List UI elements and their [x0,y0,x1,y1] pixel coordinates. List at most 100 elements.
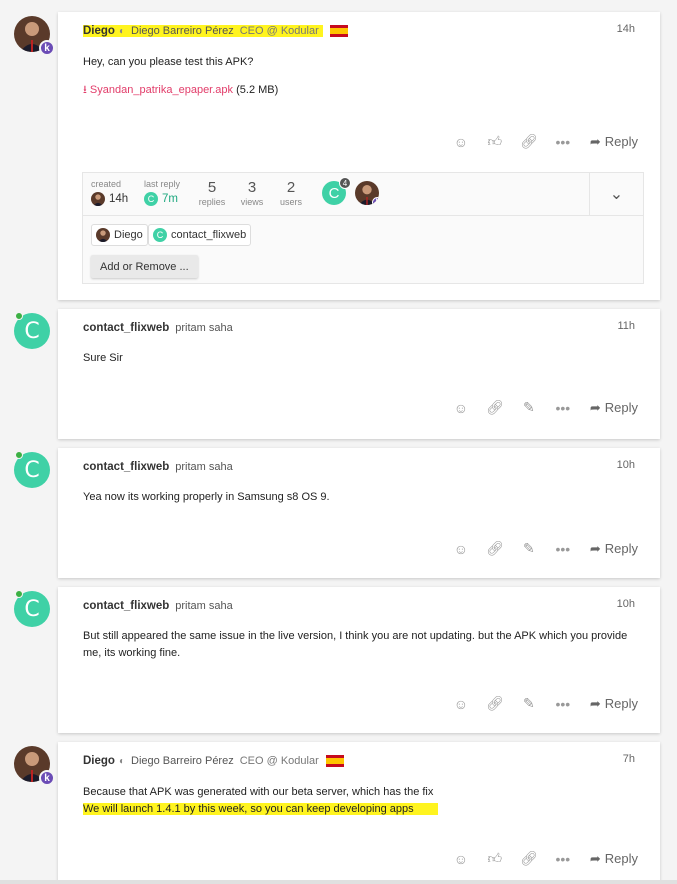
username[interactable]: contact_flixweb [83,461,169,473]
link-icon[interactable]: 🔗︎ [486,399,504,416]
like-icon[interactable]: 👍︎ [486,133,504,150]
participant-flixweb[interactable]: C4 [322,177,351,205]
username[interactable]: Diego [83,755,115,767]
reply-arrow-icon: ➦ [589,133,601,149]
post-card: contact_flixweb pritam saha 10h Yea now … [58,448,660,578]
reply-button[interactable]: ➦ Reply [590,851,638,867]
views-stat: 3 views [240,179,264,207]
reply-button[interactable]: ➦ Reply [590,400,638,416]
post-time[interactable]: 10h [617,459,635,471]
post-actions: ☺ 🔗︎ ✎ ••• ➦ Reply [452,399,638,416]
online-indicator [15,451,23,459]
reply-arrow-icon: ➦ [589,399,601,415]
created-info[interactable]: created 14h [91,179,128,206]
reply-button[interactable]: ➦ Reply [590,541,638,557]
users-stat: 2 users [279,179,302,207]
full-name: Diego Barreiro Pérez [131,755,234,767]
post-card: Diego ◐ Diego Barreiro Pérez CEO @ Kodul… [58,12,660,300]
post-card: contact_flixweb pritam saha 10h But stil… [58,587,660,733]
like-icon[interactable]: 👍︎ [486,850,504,867]
avatar[interactable]: k [14,746,55,786]
participant-diego[interactable]: k [355,181,379,205]
more-icon[interactable]: ••• [554,400,572,416]
post-text: Sure Sir [83,352,123,364]
avatar[interactable]: C [14,451,50,488]
reply-button[interactable]: ➦ Reply [590,696,638,712]
topic-summary: created 14h last reply C 7m 5 replies 3 vie… [82,172,644,284]
link-icon[interactable]: 🔗︎ [486,695,504,712]
avatar[interactable]: C [14,312,50,349]
attachment-link[interactable]: Syandan_patrika_epaper.apk [90,84,233,96]
user-title: CEO @ Kodular [239,755,319,767]
post-time[interactable]: 10h [617,598,635,610]
smile-icon[interactable]: ☺ [452,696,470,712]
shield-icon: ◐ [118,25,125,37]
avatar[interactable]: k [14,16,55,56]
post-text-highlighted: We will launch 1.4.1 by this week, so yo… [83,803,438,815]
kodular-badge: k [39,770,55,786]
avatar[interactable]: C [14,590,50,627]
post-actions: ☺ 🔗︎ ✎ ••• ➦ Reply [452,695,638,712]
kodular-badge: k [39,40,55,56]
full-name: pritam saha [175,600,233,612]
more-icon[interactable]: ••• [554,134,572,150]
link-icon[interactable]: 🔗︎ [486,540,504,557]
post-card: contact_flixweb pritam saha 11h Sure Sir… [58,309,660,439]
post-actions: ☺ 👍︎ 🔗︎ ••• ➦ Reply [452,133,638,150]
last-reply-info[interactable]: last reply C 7m [144,179,180,206]
attachment-row: ⭳ Syandan_patrika_epaper.apk (5.2 MB) [83,82,640,99]
more-icon[interactable]: ••• [554,541,572,557]
post-body: Because that APK was generated with our … [83,784,640,818]
reply-button[interactable]: ➦ Reply [590,134,638,150]
more-icon[interactable]: ••• [554,696,572,712]
full-name: Diego Barreiro Pérez [131,25,234,37]
post-body: Hey, can you please test this APK? ⭳ Sya… [83,54,640,99]
post-card: Diego ◐ Diego Barreiro Pérez CEO @ Kodul… [58,742,660,884]
link-icon[interactable]: 🔗︎ [520,133,538,150]
post-text: Yea now its working properly in Samsung … [83,491,330,503]
reply-arrow-icon: ➦ [589,695,601,711]
user-title: CEO @ Kodular [239,25,319,37]
post-meta: Diego ◐ Diego Barreiro Pérez CEO @ Kodul… [83,753,635,769]
pm-user-tag[interactable]: Diego [91,224,148,246]
add-remove-button[interactable]: Add or Remove ... [91,255,198,278]
post-meta: contact_flixweb pritam saha 10h [83,459,635,475]
full-name: pritam saha [175,322,233,334]
post-time[interactable]: 14h [617,23,635,35]
username[interactable]: contact_flixweb [83,322,169,334]
smile-icon[interactable]: ☺ [452,851,470,867]
spain-flag-icon [329,25,348,37]
post-time[interactable]: 11h [617,320,635,332]
reply-arrow-icon: ➦ [589,540,601,556]
spain-flag-icon [325,755,344,767]
pm-user-tag[interactable]: C contact_flixweb [148,224,252,246]
edit-icon[interactable]: ✎ [520,540,538,557]
expand-summary-button[interactable]: ⌄ [589,173,643,215]
post-meta: contact_flixweb pritam saha 10h [83,598,635,614]
post-meta: contact_flixweb pritam saha 11h [83,320,635,336]
edit-icon[interactable]: ✎ [520,399,538,416]
attachment-size: (5.2 MB) [236,84,279,96]
link-icon[interactable]: 🔗︎ [520,850,538,867]
post-actions: ☺ 👍︎ 🔗︎ ••• ➦ Reply [452,850,638,867]
edit-icon[interactable]: ✎ [520,695,538,712]
smile-icon[interactable]: ☺ [452,541,470,557]
username[interactable]: Diego [83,25,115,37]
chevron-down-icon: ⌄ [609,186,624,203]
bottom-edge [0,880,677,884]
more-icon[interactable]: ••• [554,851,572,867]
smile-icon[interactable]: ☺ [452,134,470,150]
post-text: Hey, can you please test this APK? [83,56,254,68]
post-text: But still appeared the same issue in the… [83,630,628,659]
post-time[interactable]: 7h [623,753,635,765]
post-actions: ☺ 🔗︎ ✎ ••• ➦ Reply [452,540,638,557]
shield-icon: ◐ [118,755,125,767]
download-icon: ⭳ [83,84,87,96]
smile-icon[interactable]: ☺ [452,400,470,416]
full-name: pritam saha [175,461,233,473]
post-count-badge: 4 [339,177,351,189]
replies-stat: 5 replies [198,179,226,207]
username[interactable]: contact_flixweb [83,600,169,612]
online-indicator [15,590,23,598]
online-indicator [15,312,23,320]
